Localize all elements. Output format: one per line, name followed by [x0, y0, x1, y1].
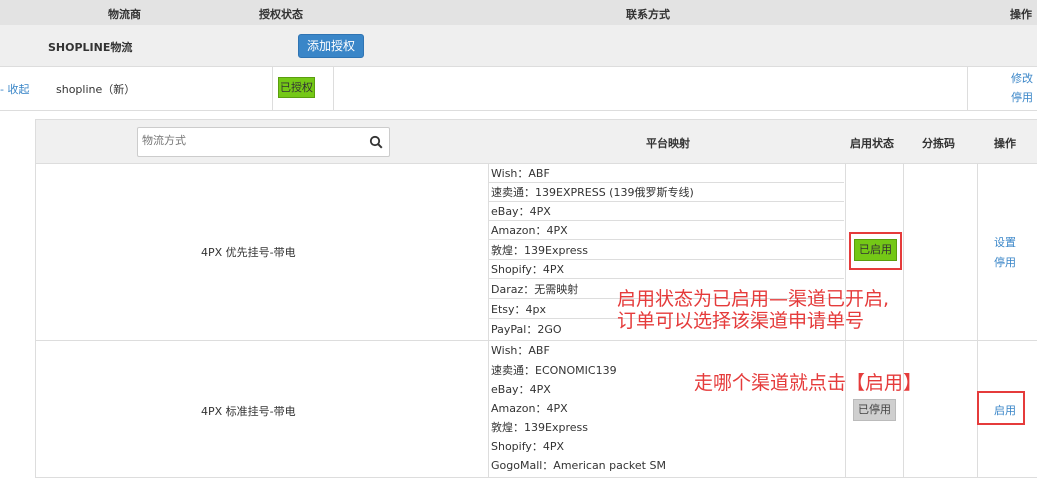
header-operations: 操作: [1010, 8, 1032, 21]
mapping-item: Wish：ABF: [491, 344, 550, 357]
disabled-status-badge: 已停用: [853, 399, 896, 421]
mapping-item: GogoMall：American packet SM: [491, 459, 666, 472]
edit-link[interactable]: 修改: [1011, 70, 1033, 86]
settings-link[interactable]: 设置: [994, 234, 1016, 250]
mapping-item: 速卖通：139EXPRESS (139俄罗斯专线): [489, 183, 844, 202]
enable-method-link[interactable]: 启用: [994, 402, 1016, 418]
enabled-status-badge: 已启用: [854, 239, 897, 261]
mapping-item: Wish：ABF: [489, 164, 844, 183]
header-sort-code: 分拣码: [922, 137, 955, 150]
mapping-item: Shopify：4PX: [491, 440, 565, 453]
annotation-note1-line1: 启用状态为已启用—渠道已开启,: [617, 288, 890, 310]
authorized-badge: 已授权: [278, 77, 315, 98]
annotation-note1-line2: 订单可以选择该渠道申请单号: [617, 310, 865, 332]
divider: [977, 164, 978, 478]
account-name: shopline（新）: [56, 83, 136, 96]
provider-name: SHOPLINE物流: [48, 41, 133, 54]
method-search-box: [137, 127, 390, 157]
header-auth-status: 授权状态: [259, 8, 303, 21]
table-header: 物流商 授权状态 联系方式 操作: [0, 0, 1037, 25]
header-provider: 物流商: [108, 8, 141, 21]
header-enable-status: 启用状态: [850, 137, 894, 150]
disable-account-link[interactable]: 停用: [1011, 89, 1033, 105]
add-authorization-button[interactable]: 添加授权: [298, 34, 364, 58]
provider-row: SHOPLINE物流 添加授权: [0, 25, 1037, 67]
mapping-item: 敦煌：139Express: [489, 241, 844, 260]
search-icon[interactable]: [369, 135, 383, 149]
method-search-input[interactable]: [142, 134, 342, 147]
method-name: 4PX 优先挂号-带电: [201, 246, 296, 259]
header-contact: 联系方式: [626, 8, 670, 21]
mapping-item: 敦煌：139Express: [491, 421, 588, 434]
header-platform-mapping: 平台映射: [646, 137, 690, 150]
account-row: - 收起 shopline（新） 已授权 修改 停用: [0, 67, 1037, 111]
account-operations: 修改 停用: [967, 67, 1037, 111]
methods-table-header: 平台映射 启用状态 分拣码 操作: [36, 120, 1037, 164]
mapping-item: Shopify：4PX: [489, 260, 844, 279]
disable-method-link[interactable]: 停用: [994, 254, 1016, 270]
header-method-operations: 操作: [994, 137, 1016, 150]
mapping-item: Amazon：4PX: [489, 221, 844, 240]
mapping-item: Amazon：4PX: [491, 402, 568, 415]
collapse-link[interactable]: - 收起: [0, 81, 29, 97]
auth-status-cell: 已授权: [272, 67, 334, 111]
annotation-note2: 走哪个渠道就点击【启用】: [694, 372, 923, 394]
divider: [903, 164, 904, 478]
method-name: 4PX 标准挂号-带电: [201, 405, 296, 418]
mapping-item: eBay：4PX: [489, 202, 844, 221]
